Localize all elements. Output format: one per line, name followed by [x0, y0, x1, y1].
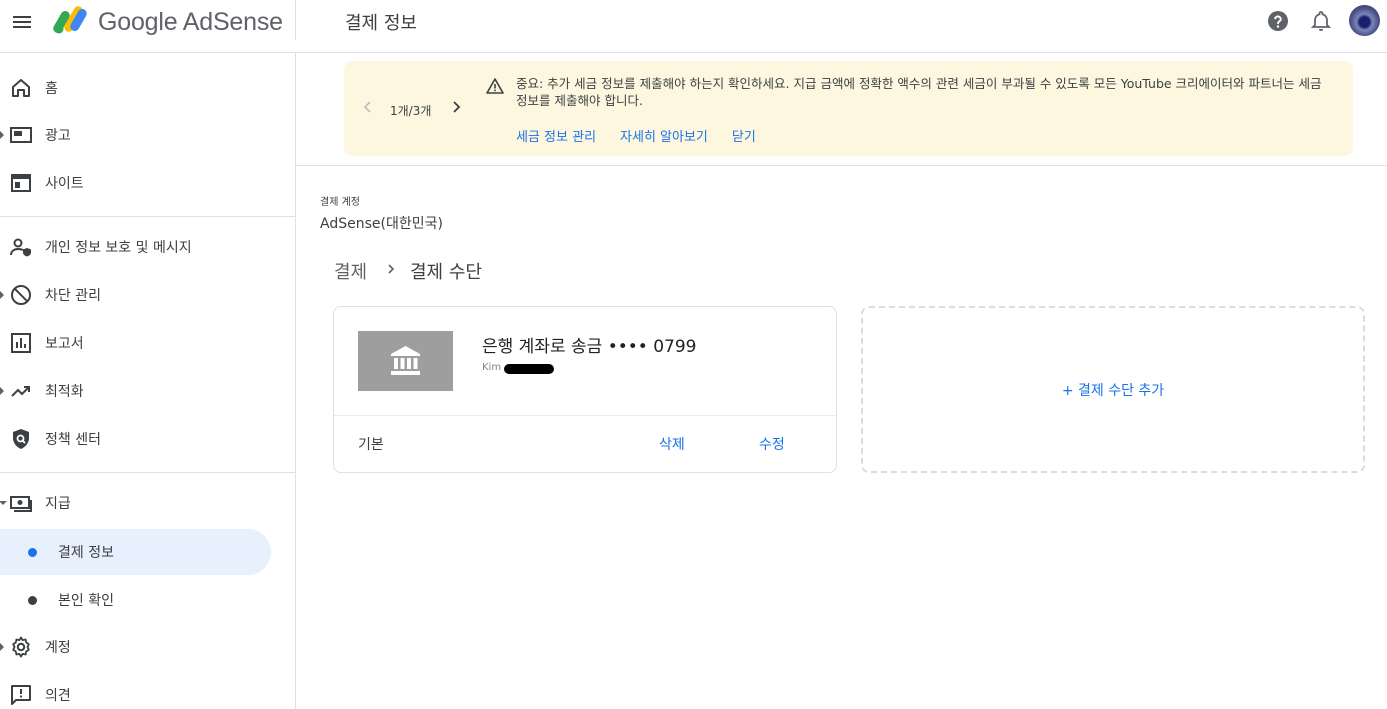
- sites-icon: [11, 174, 31, 192]
- sidebar-item-label: 사이트: [45, 176, 84, 192]
- sidebar-item-label: 차단 관리: [45, 288, 101, 304]
- payments-icon: [10, 496, 32, 512]
- banner-actions: 세금 정보 관리 자세히 알아보기 닫기: [516, 126, 756, 145]
- topbar-divider: [295, 0, 296, 40]
- expand-caret-icon: [0, 643, 4, 651]
- billing-account-name: AdSense(대한민국): [320, 216, 443, 232]
- feedback-icon: [11, 685, 31, 705]
- sidebar-item-label: 개인 정보 보호 및 메시지: [45, 240, 192, 256]
- active-dot-icon: [28, 548, 37, 557]
- sidebar-item-label: 홈: [45, 81, 58, 97]
- sidebar-item-home[interactable]: 홈: [0, 65, 271, 111]
- chevron-right-icon[interactable]: [448, 99, 464, 115]
- tax-info-banner: 1개/3개 중요: 추가 세금 정보를 제출해야 하는지 확인하세요. 지급 금…: [344, 61, 1353, 156]
- help-icon[interactable]: [1266, 9, 1290, 33]
- default-status: 기본: [358, 437, 384, 453]
- close-banner-link[interactable]: 닫기: [732, 126, 756, 145]
- content-divider: [296, 165, 1387, 166]
- account-holder-name: Kim: [482, 362, 502, 373]
- policy-icon: [13, 429, 29, 449]
- collapse-caret-icon: [0, 501, 7, 505]
- menu-icon[interactable]: [8, 8, 36, 36]
- sidebar-item-ads[interactable]: 광고: [0, 112, 271, 158]
- sidebar-item-sites[interactable]: 사이트: [0, 160, 271, 206]
- sidebar: 홈 광고 사이트 개인 정보 보호 및 메시지 차단 관리 보고서 최적화 정책…: [0, 53, 296, 709]
- payment-method-title: 은행 계좌로 송금 •••• 0799: [482, 337, 697, 357]
- billing-account-label: 결제 계정: [320, 197, 360, 208]
- warning-icon: [486, 78, 504, 94]
- sidebar-divider: [0, 216, 295, 217]
- expand-caret-icon: [0, 387, 4, 395]
- card-divider: [334, 415, 836, 416]
- chevron-right-icon: [388, 264, 395, 274]
- delete-button[interactable]: 삭제: [659, 434, 685, 454]
- page-title: 결제 정보: [345, 13, 417, 34]
- sidebar-item-privacy[interactable]: 개인 정보 보호 및 메시지: [0, 224, 271, 270]
- optimize-icon: [11, 386, 30, 397]
- add-payment-method-label: + 결제 수단 추가: [1061, 382, 1165, 399]
- sidebar-item-label: 보고서: [45, 336, 84, 352]
- sidebar-item-reports[interactable]: 보고서: [0, 320, 271, 366]
- avatar[interactable]: [1349, 5, 1380, 36]
- payment-method-card: 은행 계좌로 송금 •••• 0799 Kim 기본 삭제 수정: [333, 306, 837, 473]
- sidebar-item-label: 의견: [45, 688, 71, 704]
- manage-tax-info-link[interactable]: 세금 정보 관리: [516, 126, 596, 145]
- sidebar-divider: [0, 472, 295, 473]
- sidebar-item-optimize[interactable]: 최적화: [0, 368, 271, 414]
- bank-icon: [391, 346, 420, 375]
- home-icon: [12, 79, 30, 97]
- add-payment-method-button[interactable]: + 결제 수단 추가: [861, 306, 1365, 473]
- sidebar-subitem-identity[interactable]: 본인 확인: [0, 577, 271, 623]
- breadcrumb-current: 결제 수단: [410, 262, 482, 283]
- sidebar-item-payments[interactable]: 지급: [0, 480, 271, 526]
- bank-thumbnail: [358, 331, 453, 391]
- settings-icon: [12, 636, 30, 658]
- dot-icon: [28, 596, 37, 605]
- product-name: Google AdSense: [98, 8, 283, 36]
- sidebar-subitem-billing-info[interactable]: 결제 정보: [0, 529, 271, 575]
- adsense-logo-icon: [53, 6, 87, 34]
- chevron-left-icon[interactable]: [360, 99, 376, 115]
- sidebar-item-label: 최적화: [45, 384, 84, 400]
- sidebar-item-label: 지급: [45, 496, 71, 512]
- sidebar-item-policy[interactable]: 정책 센터: [0, 416, 271, 462]
- sidebar-item-label: 정책 센터: [45, 432, 101, 448]
- sidebar-item-label: 광고: [45, 128, 71, 144]
- edit-button[interactable]: 수정: [759, 434, 785, 454]
- top-app-bar: Google AdSense 결제 정보: [0, 0, 1387, 53]
- expand-caret-icon: [0, 131, 4, 139]
- expand-caret-icon: [0, 291, 4, 299]
- sidebar-item-account[interactable]: 계정: [0, 624, 271, 670]
- sidebar-item-feedback[interactable]: 의견: [0, 672, 271, 709]
- sidebar-item-label: 본인 확인: [58, 593, 114, 609]
- sidebar-item-label: 결제 정보: [58, 545, 114, 561]
- ads-icon: [10, 127, 32, 143]
- banner-message: 중요: 추가 세금 정보를 제출해야 하는지 확인하세요. 지급 금액에 정확한…: [516, 76, 1322, 108]
- banner-page-counter: 1개/3개: [390, 104, 432, 118]
- notifications-icon[interactable]: [1309, 9, 1333, 33]
- reports-icon: [11, 333, 31, 353]
- block-icon: [11, 285, 31, 305]
- breadcrumb-parent[interactable]: 결제: [334, 258, 367, 284]
- sidebar-item-blocking[interactable]: 차단 관리: [0, 272, 271, 318]
- sidebar-item-label: 계정: [45, 640, 71, 656]
- learn-more-link[interactable]: 자세히 알아보기: [620, 126, 708, 145]
- privacy-icon: [10, 238, 31, 257]
- redaction-mark: [504, 364, 554, 374]
